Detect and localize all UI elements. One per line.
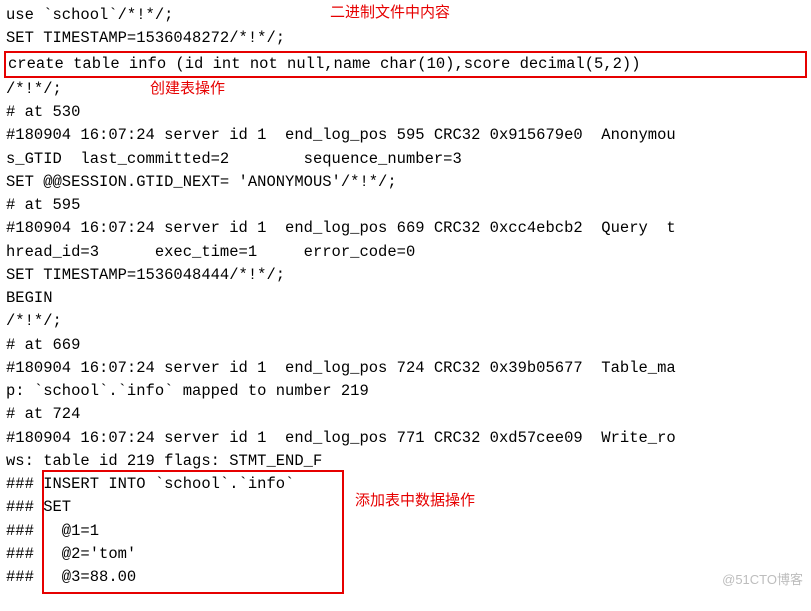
log-line: #180904 16:07:24 server id 1 end_log_pos… [6,124,805,147]
log-line: SET TIMESTAMP=1536048444/*!*/; [6,264,805,287]
log-line: ### @2='tom' [6,543,805,566]
log-line: #180904 16:07:24 server id 1 end_log_pos… [6,427,805,450]
log-line: ### @1=1 [6,520,805,543]
log-line: # at 530 [6,101,805,124]
log-line: SET TIMESTAMP=1536048272/*!*/; [6,27,805,50]
log-line: #180904 16:07:24 server id 1 end_log_pos… [6,217,805,240]
log-line: ### @3=88.00 [6,566,805,589]
log-line: # at 669 [6,334,805,357]
annotation-binary-content: 二进制文件中内容 [330,2,450,25]
log-line: /*!*/; [6,78,805,101]
watermark: @51CTO博客 [722,570,803,590]
log-line: BEGIN [6,287,805,310]
create-table-statement: create table info (id int not null,name … [4,51,807,78]
log-line: /*!*/; [6,310,805,333]
log-line: #180904 16:07:24 server id 1 end_log_pos… [6,357,805,380]
log-line: # at 595 [6,194,805,217]
log-line: hread_id=3 exec_time=1 error_code=0 [6,241,805,264]
annotation-create-table: 创建表操作 [150,78,225,101]
annotation-insert-data: 添加表中数据操作 [355,490,475,513]
log-line: s_GTID last_committed=2 sequence_number=… [6,148,805,171]
log-line: p: `school`.`info` mapped to number 219 [6,380,805,403]
log-line: SET @@SESSION.GTID_NEXT= 'ANONYMOUS'/*!*… [6,171,805,194]
log-line: ws: table id 219 flags: STMT_END_F [6,450,805,473]
log-line: # at 724 [6,403,805,426]
